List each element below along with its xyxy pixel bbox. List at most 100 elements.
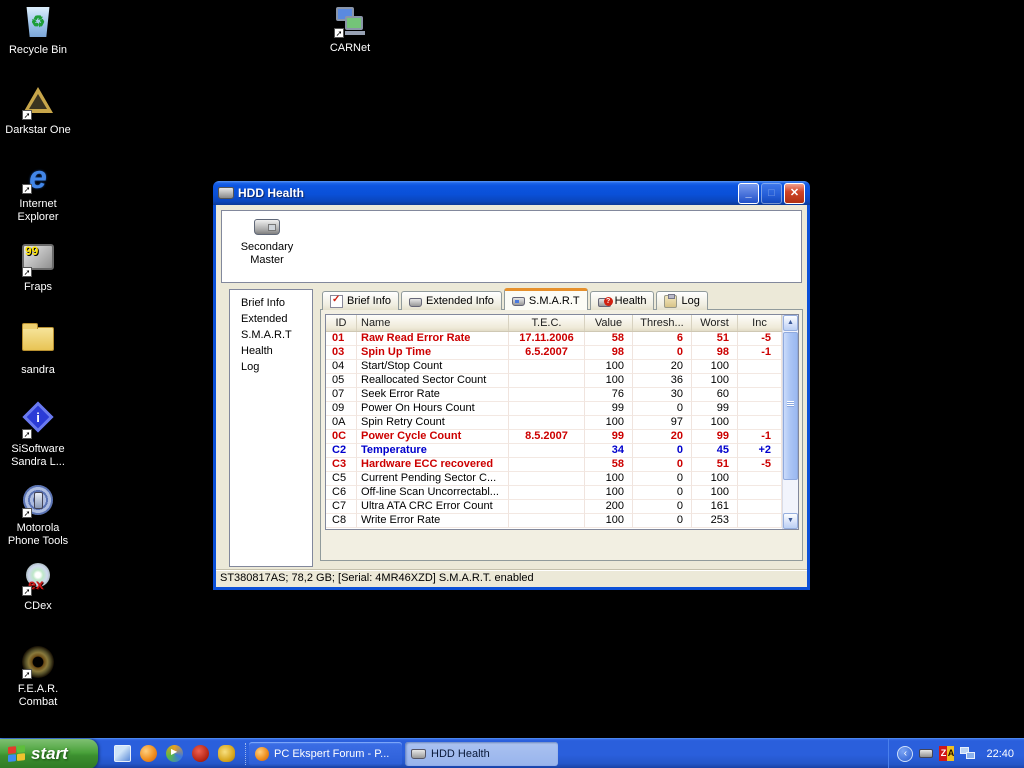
desktop-icon-label: sandra: [0, 364, 76, 377]
column-header[interactable]: Inc: [738, 315, 782, 331]
section-item-extended[interactable]: Extended: [230, 311, 312, 327]
fraps-icon: 99➚: [21, 244, 55, 278]
tray-network-icon[interactable]: [960, 747, 976, 761]
tab-log[interactable]: Log: [656, 291, 707, 310]
table-row[interactable]: C8Write Error Rate1000253: [326, 514, 798, 528]
table-row[interactable]: 04Start/Stop Count10020100: [326, 360, 798, 374]
folder-icon: [21, 327, 55, 361]
desktop-icon-label: CDex: [0, 600, 76, 613]
cell-tec: [509, 472, 585, 486]
maximize-button: □: [761, 183, 782, 204]
table-row[interactable]: 01Raw Read Error Rate17.11.200658651-5: [326, 332, 798, 346]
table-row[interactable]: C2Temperature34045+2: [326, 444, 798, 458]
tab-label: Health: [615, 295, 647, 307]
scroll-up-button[interactable]: ▲: [783, 315, 798, 331]
table-row[interactable]: 09Power On Hours Count99099: [326, 402, 798, 416]
vertical-scrollbar[interactable]: ▲ ▼: [782, 315, 798, 529]
opera-icon[interactable]: [192, 745, 209, 762]
table-row[interactable]: C6Off-line Scan Uncorrectabl...1000100: [326, 486, 798, 500]
window-status-bar: ST380817AS; 78,2 GB; [Serial: 4MR46XZD] …: [216, 569, 807, 587]
cell-thresh: 0: [633, 472, 692, 486]
cell-name: Spin Up Time: [357, 346, 509, 360]
table-row[interactable]: C5Current Pending Sector C...1000100: [326, 472, 798, 486]
cell-inc: [738, 374, 782, 388]
taskbar-button-hdd-health[interactable]: HDD Health: [405, 742, 558, 766]
column-header[interactable]: Name: [357, 315, 509, 331]
cell-thresh: 0: [633, 444, 692, 458]
cell-thresh: 0: [633, 346, 692, 360]
firefox-icon[interactable]: [140, 745, 157, 762]
table-row[interactable]: 0ASpin Retry Count10097100: [326, 416, 798, 430]
minimize-button[interactable]: _: [738, 183, 759, 204]
desktop-icon-fear-combat[interactable]: ➚ F.E.A.R. Combat: [0, 645, 76, 709]
section-item-smart[interactable]: S.M.A.R.T: [230, 327, 312, 343]
cell-id: C8: [326, 514, 357, 528]
desktop-icon-fraps[interactable]: 99➚ Fraps: [0, 241, 76, 294]
close-button[interactable]: ✕: [784, 183, 805, 204]
cell-tec: [509, 402, 585, 416]
carnet-icon: ➚: [333, 5, 367, 39]
cell-thresh: 36: [633, 374, 692, 388]
cell-worst: 45: [692, 444, 738, 458]
tab-brief-info[interactable]: ✓ Brief Info: [322, 291, 399, 310]
table-row[interactable]: 0CPower Cycle Count8.5.2007992099-1: [326, 430, 798, 444]
drive-item-secondary-master[interactable]: Secondary Master: [232, 219, 302, 267]
desktop-icon-label: Internet Explorer: [0, 198, 76, 224]
desktop-icon-motorola-phone-tools[interactable]: ➚ Motorola Phone Tools: [0, 483, 76, 548]
cell-tec: [509, 388, 585, 402]
column-header[interactable]: Value: [585, 315, 633, 331]
desktop-icon-cdex[interactable]: ex➚ CDex: [0, 563, 76, 613]
cell-worst: 99: [692, 430, 738, 444]
cell-thresh: 0: [633, 500, 692, 514]
column-header[interactable]: ID: [326, 315, 357, 331]
tab-smart[interactable]: S.M.A.R.T: [504, 288, 588, 310]
cell-name: Reallocated Sector Count: [357, 374, 509, 388]
table-row[interactable]: 05Reallocated Sector Count10036100: [326, 374, 798, 388]
column-header[interactable]: Thresh...: [633, 315, 692, 331]
cell-id: 09: [326, 402, 357, 416]
taskbar-clock[interactable]: 22:40: [982, 748, 1014, 760]
table-row[interactable]: C3Hardware ECC recovered58051-5: [326, 458, 798, 472]
desktop-icon-recycle-bin[interactable]: ♻ Recycle Bin: [0, 5, 76, 57]
column-header[interactable]: Worst: [692, 315, 738, 331]
cell-name: Off-line Scan Uncorrectabl...: [357, 486, 509, 500]
cell-value: 100: [585, 374, 633, 388]
tab-health[interactable]: ? Health: [590, 291, 655, 310]
cell-name: Spin Retry Count: [357, 416, 509, 430]
table-row[interactable]: 03Spin Up Time6.5.200798098-1: [326, 346, 798, 360]
table-row[interactable]: 07Seek Error Rate763060: [326, 388, 798, 402]
cell-name: Power On Hours Count: [357, 402, 509, 416]
tray-hdd-health-icon[interactable]: [919, 749, 933, 758]
cell-id: C6: [326, 486, 357, 500]
desktop-icon-label: F.E.A.R. Combat: [0, 683, 76, 709]
section-item-health[interactable]: Health: [230, 343, 312, 359]
desktop-icon-darkstar-one[interactable]: ➚ Darkstar One: [0, 84, 76, 137]
brief-info-tab-icon: ✓: [330, 295, 343, 308]
desktop-icon-internet-explorer[interactable]: e➚ Internet Explorer: [0, 161, 76, 224]
cell-id: 0C: [326, 430, 357, 444]
tray-zonealarm-icon[interactable]: ZA: [939, 746, 954, 761]
taskbar-button-pc-ekspert-forum[interactable]: PC Ekspert Forum - P...: [249, 742, 402, 766]
show-desktop-icon[interactable]: [114, 745, 131, 762]
section-item-brief-info[interactable]: Brief Info: [230, 295, 312, 311]
desktop-icon-sandra-folder[interactable]: sandra: [0, 321, 76, 377]
start-button[interactable]: start: [0, 739, 98, 768]
cell-value: 100: [585, 514, 633, 528]
desktop-icon-sisoftware-sandra[interactable]: i➚ SiSoftware Sandra L...: [0, 401, 76, 469]
column-header[interactable]: T.E.C.: [509, 315, 585, 331]
darkstar-one-icon: ➚: [21, 87, 55, 121]
tab-extended-info[interactable]: Extended Info: [401, 291, 502, 310]
scroll-down-button[interactable]: ▼: [783, 513, 798, 529]
media-player-icon[interactable]: [166, 745, 183, 762]
health-tab-icon: ?: [598, 298, 611, 307]
table-row[interactable]: C7Ultra ATA CRC Error Count2000161: [326, 500, 798, 514]
scrollbar-thumb[interactable]: [783, 332, 798, 480]
section-list: Brief Info Extended S.M.A.R.T Health Log: [229, 289, 313, 567]
section-item-log[interactable]: Log: [230, 359, 312, 375]
desktop-icon-carnet[interactable]: ➚ CARNet: [312, 5, 388, 55]
messenger-icon[interactable]: [218, 745, 235, 762]
title-bar[interactable]: HDD Health _ □ ✕: [213, 181, 810, 205]
tray-collapse-chevron[interactable]: ‹: [897, 746, 913, 762]
cell-inc: -1: [738, 346, 782, 360]
cell-id: 05: [326, 374, 357, 388]
